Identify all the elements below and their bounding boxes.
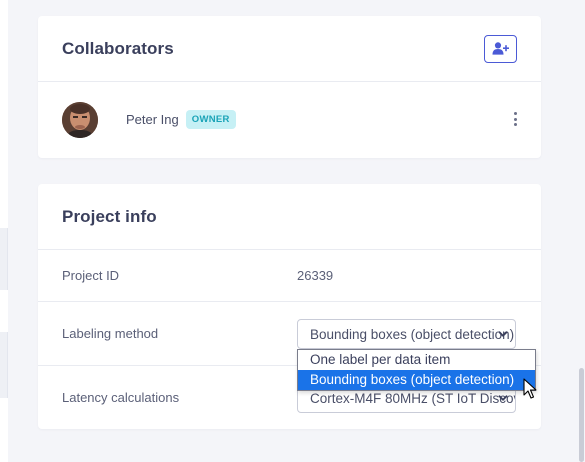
mouse-cursor-icon bbox=[523, 378, 537, 399]
scrollbar-thumb[interactable] bbox=[579, 368, 584, 462]
avatar bbox=[62, 101, 98, 138]
latency-selected: Cortex-M4F 80MHz (ST IoT Discovery Kit) bbox=[310, 390, 515, 406]
collaborators-header: Collaborators bbox=[38, 16, 541, 82]
labeling-method-selected: Bounding boxes (object detection) bbox=[310, 326, 515, 342]
project-id-label: Project ID bbox=[62, 268, 120, 283]
project-id-value: 26339 bbox=[297, 268, 334, 283]
chevron-down-icon bbox=[498, 331, 508, 337]
left-panel-block bbox=[0, 0, 8, 228]
dropdown-option-bounding-boxes[interactable]: Bounding boxes (object detection) bbox=[298, 370, 535, 390]
chevron-down-icon bbox=[498, 395, 508, 401]
add-collaborator-button[interactable] bbox=[484, 34, 517, 63]
scrollbar[interactable] bbox=[577, 0, 585, 462]
collaborators-card: Collaborators Peter Ing OWNER bbox=[38, 16, 541, 158]
owner-badge: OWNER bbox=[185, 110, 236, 129]
labeling-method-select[interactable]: Bounding boxes (object detection) bbox=[297, 319, 516, 349]
left-panel-block bbox=[0, 290, 8, 332]
left-panel-edge bbox=[0, 0, 8, 462]
project-info-header: Project info bbox=[38, 184, 541, 250]
collaborators-title: Collaborators bbox=[62, 38, 174, 58]
dropdown-option-single-label[interactable]: One label per data item bbox=[298, 350, 535, 370]
kebab-icon[interactable] bbox=[512, 112, 518, 126]
project-info-card: Project info Project ID 26339 Labeling m… bbox=[38, 184, 541, 429]
labeling-method-label: Labeling method bbox=[62, 326, 159, 341]
collaborator-name: Peter Ing bbox=[126, 112, 179, 127]
project-info-title: Project info bbox=[62, 206, 157, 226]
left-panel-block bbox=[0, 398, 8, 462]
latency-label: Latency calculations bbox=[62, 390, 180, 405]
labeling-method-dropdown: One label per data item Bounding boxes (… bbox=[297, 349, 536, 391]
user-plus-icon bbox=[492, 42, 509, 55]
project-id-row: Project ID 26339 bbox=[38, 250, 541, 302]
collaborator-row: Peter Ing OWNER bbox=[38, 82, 541, 157]
